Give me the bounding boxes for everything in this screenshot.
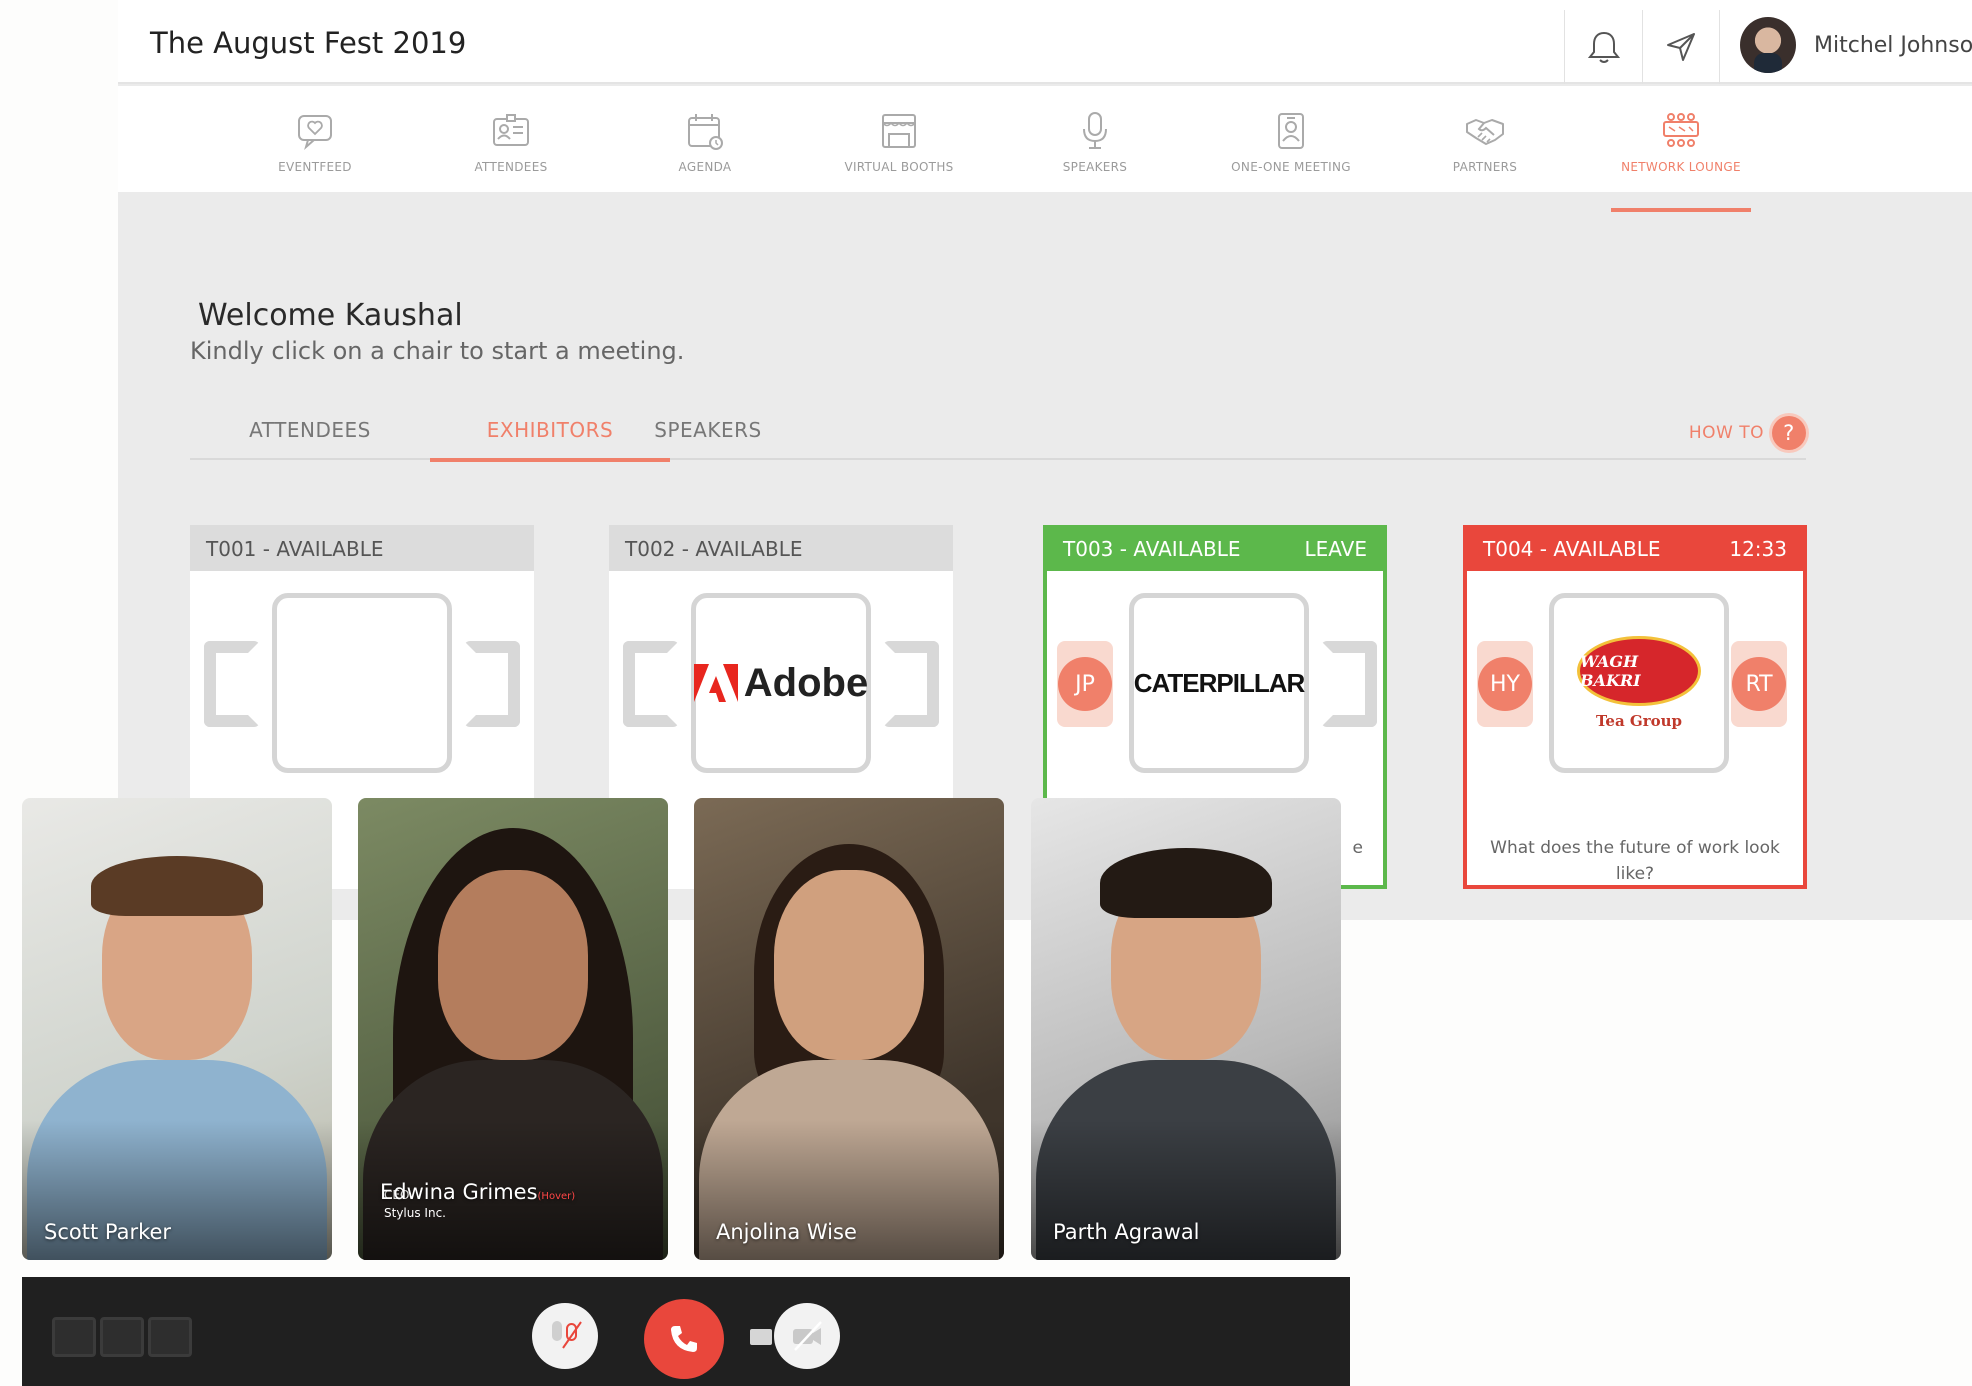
nav-label: EVENTFEED — [278, 160, 352, 174]
meeting-timer: 12:33 — [1729, 537, 1787, 561]
video-tile-parth-agrawal[interactable]: Parth Agrawal — [1031, 798, 1341, 1260]
app-window: The August Fest 2019 Mitchel Johnson EVE… — [118, 0, 1972, 920]
exhibitor-logo: WAGH BAKRI Tea Group — [1577, 636, 1701, 730]
exhibitor-logo: Adobe — [693, 661, 868, 706]
chair-left-occupied[interactable]: HY — [1477, 641, 1533, 727]
nav-label: NETWORK LOUNGE — [1621, 160, 1741, 174]
meeting-table: Adobe — [691, 593, 871, 773]
participant-avatar: RT — [1732, 657, 1786, 711]
meeting-table: CATERPILLAR — [1129, 593, 1309, 773]
nav-speakers[interactable]: SPEAKERS — [1020, 110, 1170, 175]
table-header: T003 - AVAILABLE LEAVE — [1047, 529, 1383, 571]
participant-avatar: HY — [1478, 657, 1532, 711]
event-title: The August Fest 2019 — [150, 26, 467, 60]
id-card-icon — [493, 114, 529, 146]
end-call-button[interactable] — [644, 1299, 724, 1379]
help-icon: ? — [1772, 416, 1806, 450]
grid-layout-icon[interactable] — [52, 1317, 96, 1357]
nav-label: ONE-ONE MEETING — [1231, 160, 1351, 174]
top-bar: The August Fest 2019 Mitchel Johnson — [118, 0, 1972, 84]
how-to-button[interactable]: HOW TO ? — [1689, 416, 1806, 450]
video-grid: Scott Parker CEO Stylus Inc. Edwina Grim… — [22, 798, 1350, 1260]
table-title: T001 - AVAILABLE — [206, 537, 384, 561]
chair-right-occupied[interactable]: RT — [1731, 641, 1787, 727]
booth-icon — [882, 114, 916, 148]
nav-label: ATTENDEES — [474, 160, 548, 174]
chat-heart-icon — [298, 115, 332, 150]
user-avatar[interactable] — [1740, 17, 1796, 73]
table-title: T004 - AVAILABLE — [1483, 537, 1661, 561]
mic-muted-icon — [552, 1321, 582, 1349]
nav-label: SPEAKERS — [1062, 160, 1128, 174]
how-to-label: HOW TO — [1688, 423, 1764, 443]
camera-switch-icon[interactable] — [750, 1329, 772, 1345]
lounge-icon — [1663, 113, 1699, 147]
meeting-table — [272, 593, 452, 773]
nav-eventfeed[interactable]: EVENTFEED — [240, 110, 390, 175]
split-layout-icon[interactable] — [100, 1317, 144, 1357]
layout-toggle[interactable] — [52, 1317, 192, 1357]
microphone-icon — [1083, 112, 1107, 149]
welcome-subtitle: Kindly click on a chair to start a meeti… — [190, 337, 685, 365]
notifications-button[interactable] — [1564, 10, 1642, 84]
nav-label: AGENDA — [678, 160, 732, 174]
chair-left[interactable] — [204, 641, 260, 727]
video-tile-anjolina-wise[interactable]: Anjolina Wise — [694, 798, 1004, 1260]
participant-name: Scott Parker — [44, 1220, 172, 1244]
nav-partners[interactable]: PARTNERS — [1410, 110, 1560, 175]
strip-layout-icon[interactable] — [148, 1317, 192, 1357]
table-card-t004: T004 - AVAILABLE 12:33 HY WAGH BAKRI Tea… — [1463, 525, 1807, 889]
send-icon — [1667, 33, 1695, 61]
table-header: T004 - AVAILABLE 12:33 — [1467, 529, 1803, 571]
participant-name: Anjolina Wise — [716, 1220, 857, 1244]
nav-label: PARTNERS — [1452, 160, 1518, 174]
chair-right[interactable] — [1321, 641, 1377, 727]
exhibitor-logo: CATERPILLAR — [1133, 667, 1306, 698]
badge-icon — [1278, 113, 1304, 149]
bell-icon — [1587, 31, 1620, 63]
nav-label: VIRTUAL BOOTHS — [844, 160, 954, 174]
video-tile-scott-parker[interactable]: Scott Parker — [22, 798, 332, 1260]
tab-speakers[interactable]: SPEAKERS — [588, 418, 828, 442]
main-nav: EVENTFEED ATTENDEES AGENDA VIRTUAL BOOTH… — [118, 86, 1972, 212]
adobe-logo-mark — [693, 664, 738, 702]
call-controls — [22, 1277, 1350, 1386]
camera-button[interactable] — [774, 1303, 840, 1369]
chair-right[interactable] — [883, 641, 939, 727]
messages-button[interactable] — [1642, 10, 1720, 84]
calendar-icon — [688, 114, 723, 150]
table-topic: What does the future of work look like? — [1490, 838, 1780, 884]
nav-attendees[interactable]: ATTENDEES — [436, 110, 586, 175]
table-header: T002 - AVAILABLE — [609, 525, 953, 571]
participant-name: Edwina Grimes(Hover) — [380, 1180, 576, 1204]
handshake-icon — [1466, 119, 1504, 145]
nav-one-one-meeting[interactable]: ONE-ONE MEETING — [1216, 110, 1366, 175]
phone-icon — [671, 1326, 697, 1352]
table-title: T003 - AVAILABLE — [1063, 537, 1241, 561]
user-name[interactable]: Mitchel Johnson — [1814, 33, 1972, 58]
nav-network-lounge[interactable]: NETWORK LOUNGE — [1606, 110, 1756, 212]
camera-off-icon — [793, 1321, 822, 1351]
table-body: HY WAGH BAKRI Tea Group RT What does the… — [1467, 571, 1803, 887]
mute-button[interactable] — [532, 1303, 598, 1369]
meeting-table: WAGH BAKRI Tea Group — [1549, 593, 1729, 773]
nav-agenda[interactable]: AGENDA — [630, 110, 780, 175]
table-header: T001 - AVAILABLE — [190, 525, 534, 571]
table-title: T002 - AVAILABLE — [625, 537, 803, 561]
chair-left[interactable] — [623, 641, 679, 727]
chair-left-occupied[interactable]: JP — [1057, 641, 1113, 727]
participant-avatar: JP — [1058, 657, 1112, 711]
lounge-tabs: ATTENDEES EXHIBITORS SPEAKERS HOW TO ? — [190, 410, 1806, 462]
leave-button[interactable]: LEAVE — [1305, 537, 1368, 571]
nav-virtual-booths[interactable]: VIRTUAL BOOTHS — [824, 110, 974, 175]
tab-attendees[interactable]: ATTENDEES — [190, 418, 430, 442]
welcome-title: Welcome Kaushal — [198, 298, 463, 333]
chair-right[interactable] — [464, 641, 520, 727]
participant-name: Parth Agrawal — [1053, 1220, 1200, 1244]
video-tile-edwina-grimes[interactable]: CEO Stylus Inc. Edwina Grimes(Hover) — [358, 798, 668, 1260]
hover-tag: (Hover) — [537, 1191, 576, 1202]
